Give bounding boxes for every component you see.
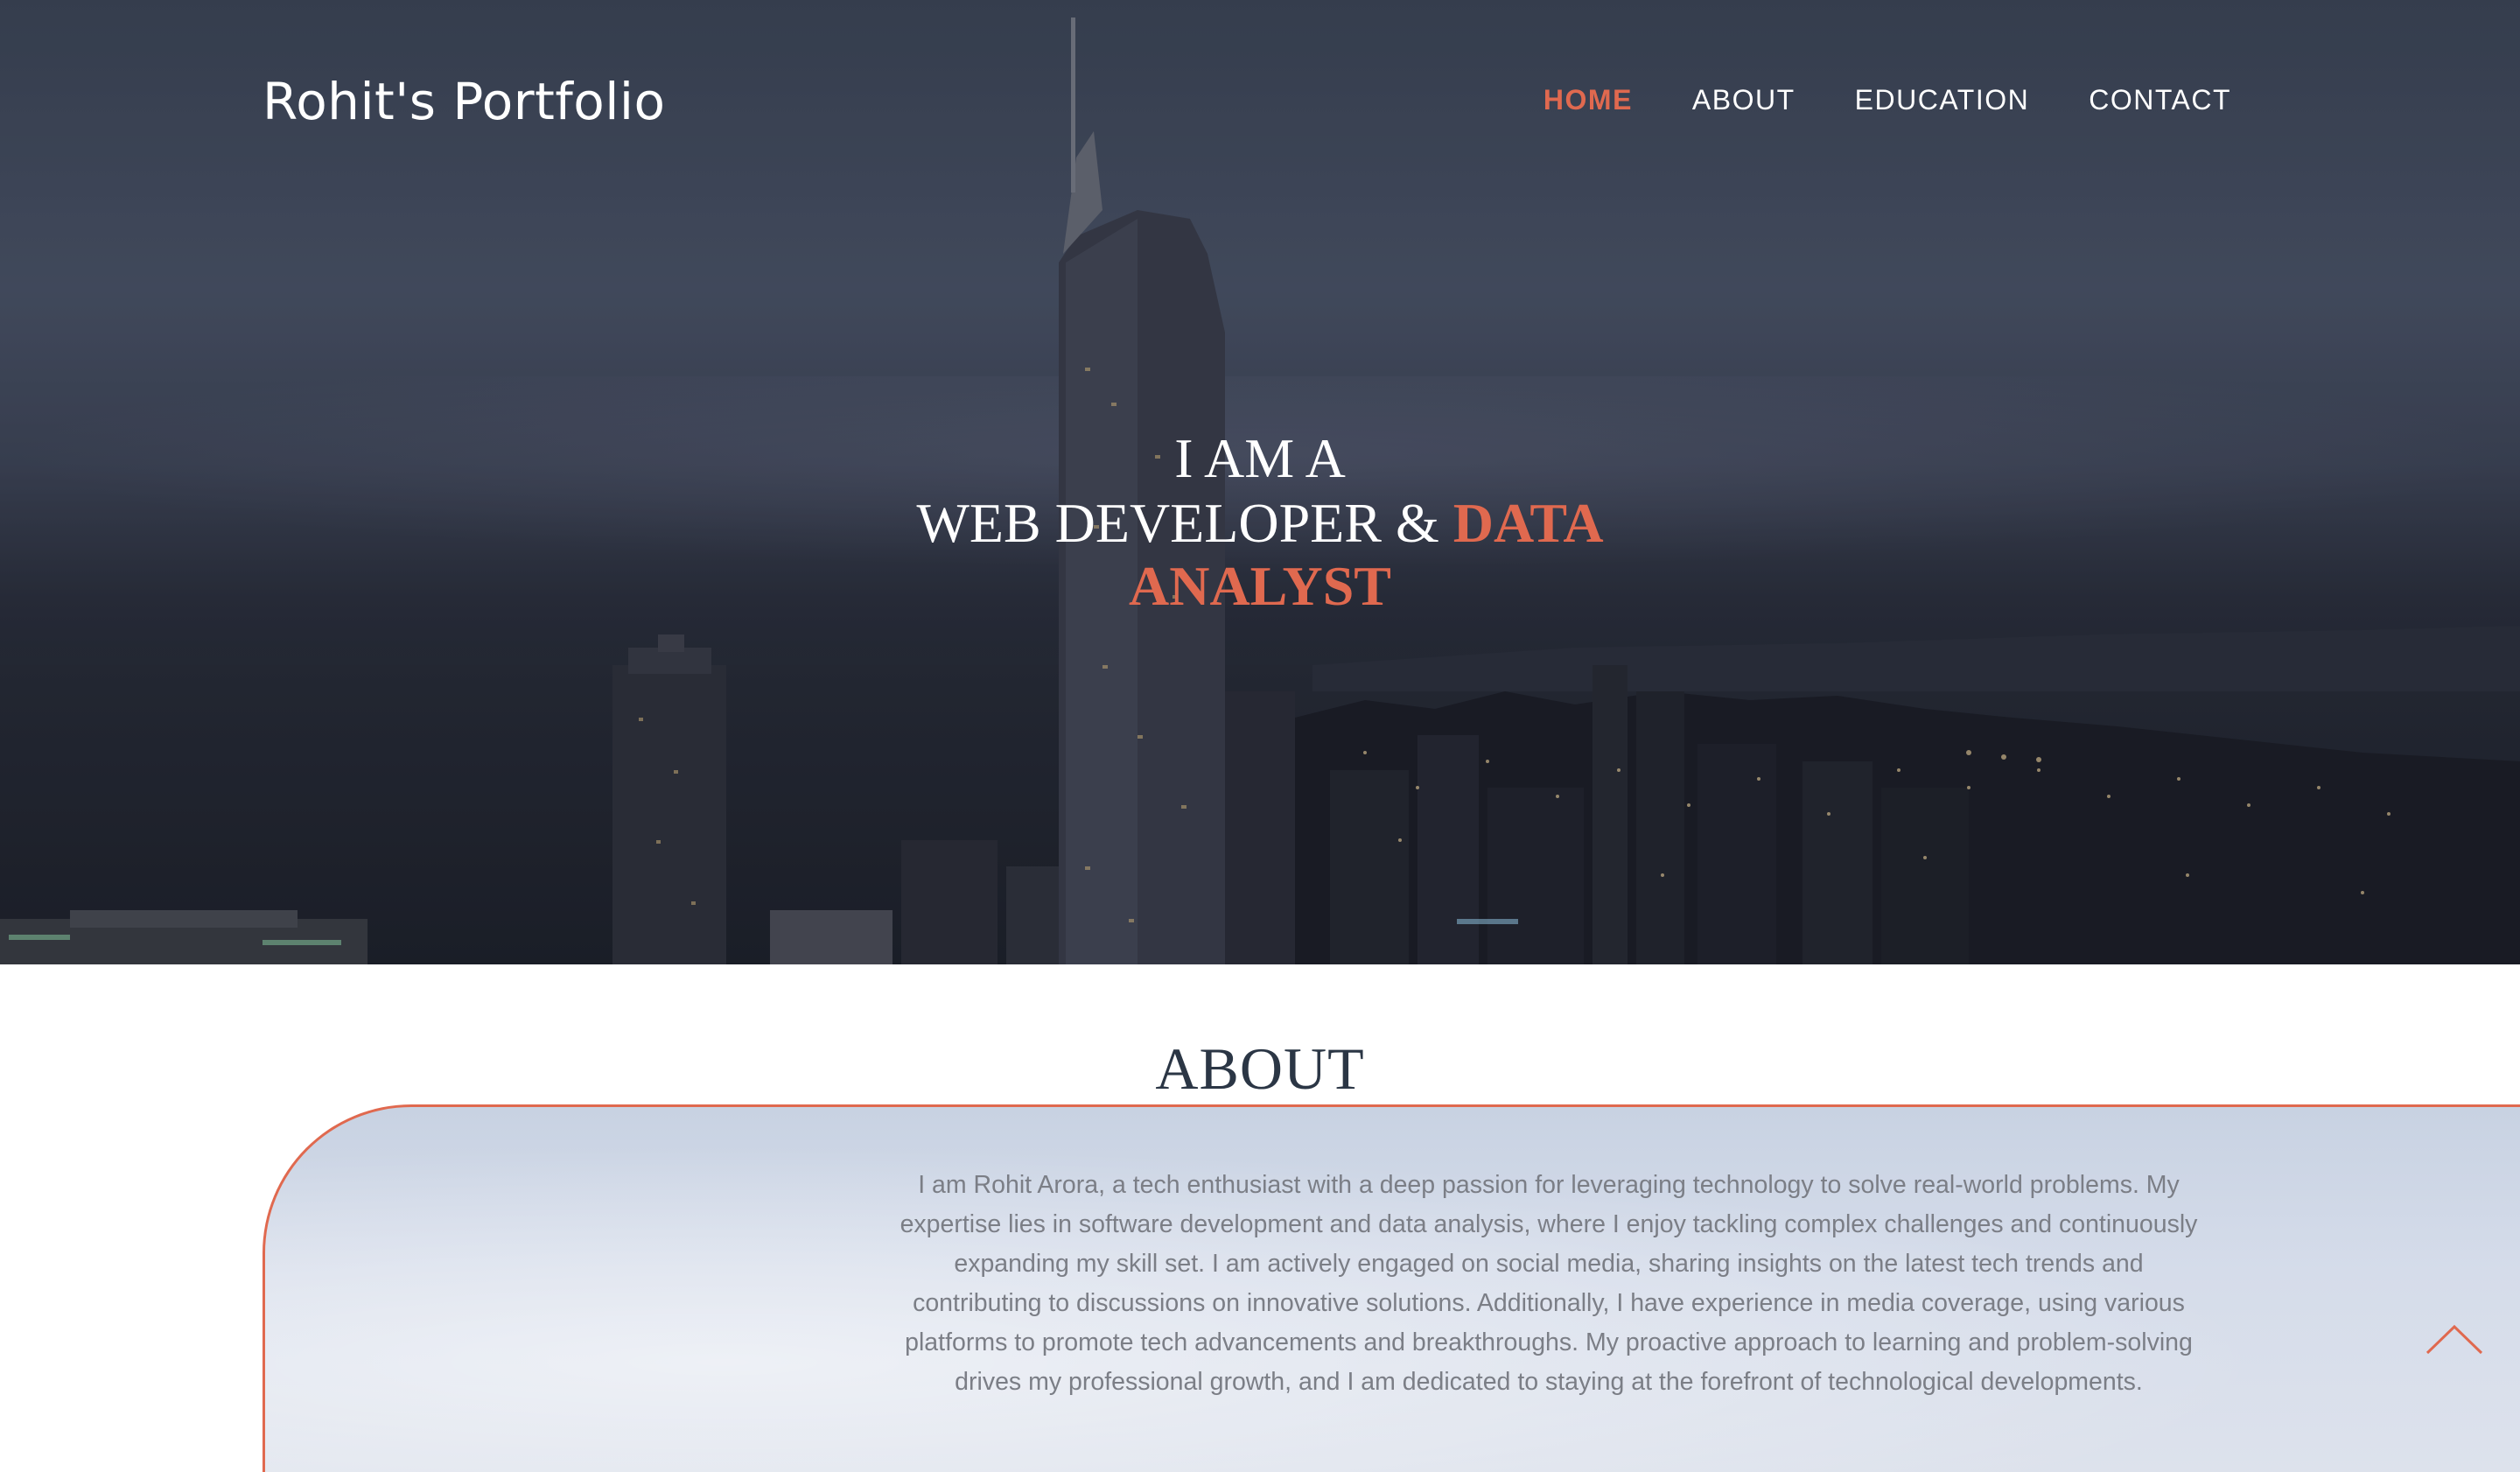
about-text: I am Rohit Arora, a tech enthusiast with…: [900, 1171, 2198, 1396]
hero-role-prefix: WEB DEVELOPER &: [916, 492, 1453, 554]
nav-contact-link[interactable]: CONTACT: [2089, 84, 2231, 116]
brand-logo[interactable]: Rohit's Portfolio: [262, 72, 666, 131]
nav-education-link[interactable]: EDUCATION: [1855, 84, 2030, 116]
hero-headline: I AM A WEB DEVELOPER & DATA ANALYST: [822, 425, 1698, 618]
main-nav: HOME ABOUT EDUCATION CONTACT: [1544, 84, 2231, 116]
nav-home-link[interactable]: HOME: [1544, 84, 1633, 116]
about-heading: ABOUT: [1155, 1035, 1365, 1102]
hero-line-2: WEB DEVELOPER & DATA ANALYST: [822, 492, 1698, 618]
hero-line-1: I AM A: [1174, 427, 1346, 489]
scroll-top-button[interactable]: [2424, 1321, 2485, 1356]
chevron-up-icon: [2426, 1324, 2483, 1355]
nav-about-link[interactable]: ABOUT: [1692, 84, 1796, 116]
